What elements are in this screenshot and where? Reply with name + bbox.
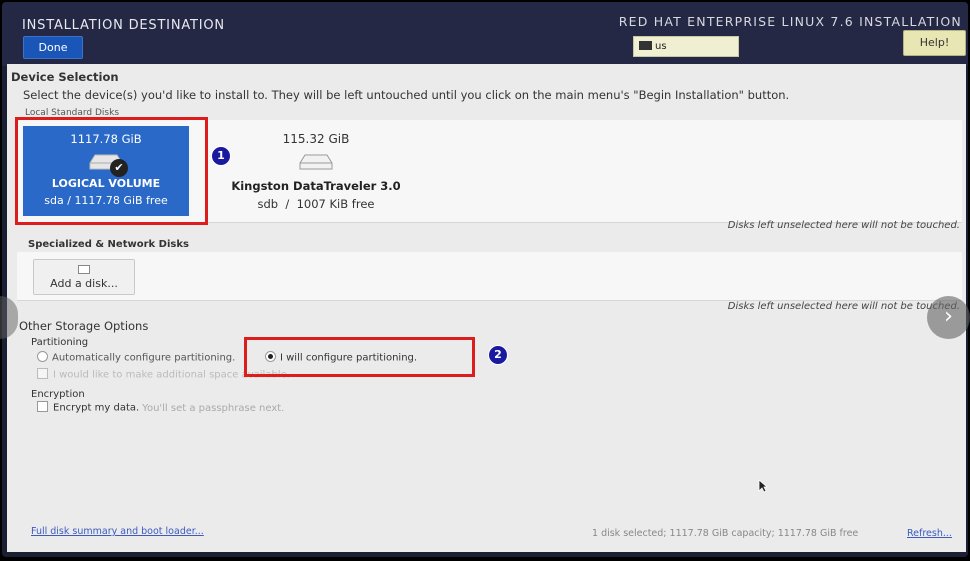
mouse-cursor-icon — [758, 478, 769, 497]
disk-free-space: 1007 KiB free — [296, 197, 375, 211]
done-button[interactable]: Done — [23, 36, 83, 59]
highlight-box-2 — [244, 337, 475, 377]
keyboard-layout-label: us — [655, 41, 667, 52]
disk-icon — [78, 265, 90, 274]
step-badge-2: 2 — [488, 345, 508, 365]
disk-free: sdb / 1007 KiB free — [257, 197, 375, 211]
disk-sdb[interactable]: 115.32 GiB Kingston DataTraveler 3.0 sdb… — [221, 126, 411, 216]
device-selection-title: Device Selection — [11, 70, 119, 84]
auto-partitioning-radio[interactable]: Automatically configure partitioning. — [37, 351, 235, 364]
checkbox-icon — [37, 401, 48, 412]
keyboard-layout-indicator[interactable]: us — [633, 36, 739, 57]
encrypt-hint: You'll set a passphrase next. — [142, 402, 285, 414]
disk-name: Kingston DataTraveler 3.0 — [231, 179, 401, 193]
highlight-box-1 — [15, 117, 208, 225]
header-bar: INSTALLATION DESTINATION Done RED HAT EN… — [2, 2, 968, 66]
radio-icon — [37, 351, 48, 362]
disk-summary-link[interactable]: Full disk summary and boot loader... — [31, 526, 204, 537]
add-disk-button[interactable]: Add a disk... — [33, 259, 135, 295]
next-arrow-button[interactable]: › — [927, 296, 970, 339]
disk-size: 115.32 GiB — [282, 132, 350, 146]
hard-disk-icon — [298, 153, 334, 171]
help-button[interactable]: Help! — [903, 30, 966, 56]
step-badge-1: 1 — [211, 146, 231, 166]
refresh-link[interactable]: Refresh... — [907, 528, 952, 539]
encrypt-data-checkbox[interactable]: Encrypt my data. You'll set a passphrase … — [37, 401, 285, 414]
specialized-disks-note: Disks left unselected here will not be t… — [727, 301, 960, 312]
product-title: RED HAT ENTERPRISE LINUX 7.6 INSTALLATIO… — [618, 14, 962, 29]
specialized-disks-label: Specialized & Network Disks — [28, 239, 189, 250]
disk-device: sdb — [257, 197, 279, 211]
checkbox-icon — [37, 368, 48, 379]
selection-status: 1 disk selected; 1117.78 GiB capacity; 1… — [592, 528, 859, 539]
specialized-disks-panel — [17, 252, 962, 301]
page-title: INSTALLATION DESTINATION — [22, 18, 225, 33]
partitioning-label: Partitioning — [31, 337, 89, 348]
encryption-label: Encryption — [31, 389, 85, 400]
other-storage-title: Other Storage Options — [19, 319, 149, 333]
instruction-text: Select the device(s) you'd like to insta… — [23, 88, 790, 102]
keyboard-icon — [639, 40, 652, 50]
add-disk-label: Add a disk... — [50, 277, 118, 290]
local-disks-note: Disks left unselected here will not be t… — [727, 220, 960, 231]
